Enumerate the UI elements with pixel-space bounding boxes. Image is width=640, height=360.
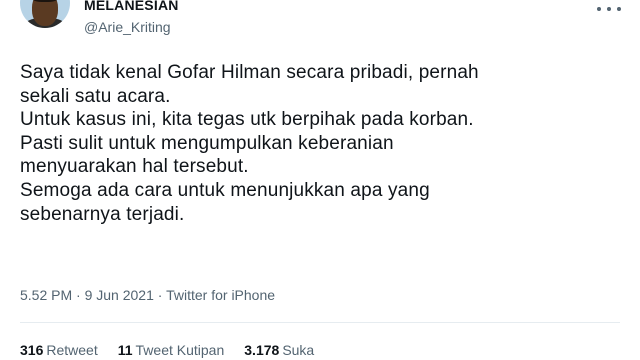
more-dot [617, 7, 621, 11]
quotes-stat[interactable]: 11 Tweet Kutipan [118, 342, 225, 358]
likes-stat[interactable]: 3.178 Suka [244, 342, 314, 358]
tweet-text-line: Pasti sulit untuk mengumpulkan keberania… [20, 132, 394, 154]
user-handle[interactable]: @Arie_Kriting [84, 19, 171, 35]
tweet-text-line: sekali satu acara. [20, 85, 171, 107]
meta-separator: · [157, 287, 167, 303]
meta-separator: · [76, 287, 85, 303]
more-dot [597, 7, 601, 11]
tweet-text-line: Semoga ada cara untuk menunjukkan apa ya… [20, 179, 430, 201]
more-dot [607, 7, 611, 11]
tweet-text-line: Saya tidak kenal Gofar Hilman secara pri… [20, 62, 479, 83]
tweet-source[interactable]: Twitter for iPhone [166, 287, 275, 303]
avatar[interactable] [20, 0, 70, 28]
tweet-text: Saya tidak kenal Gofar Hilman secara pri… [20, 61, 630, 226]
quotes-label: Tweet Kutipan [135, 342, 225, 358]
tweet-date[interactable]: 9 Jun 2021 [85, 287, 154, 303]
retweets-label: Retweet [46, 342, 98, 358]
quotes-count: 11 [117, 342, 133, 358]
more-horizontal-icon[interactable] [597, 2, 621, 16]
likes-count: 3.178 [244, 342, 280, 358]
display-name[interactable]: MELANESIAN [84, 0, 179, 13]
tweet-text-line: Untuk kasus ini, kita tegas utk berpihak… [20, 109, 474, 131]
retweets-count: 316 [20, 342, 44, 358]
tweet-text-line: sebenarnya terjadi. [20, 203, 185, 225]
tweet-meta: 5.52 PM · 9 Jun 2021 · Twitter for iPhon… [20, 287, 275, 303]
tweet-text-line: menyuarakan hal tersebut. [20, 156, 249, 178]
tweet-time[interactable]: 5.52 PM [20, 287, 72, 303]
likes-label: Suka [282, 342, 315, 358]
divider [20, 322, 620, 323]
retweets-stat[interactable]: 316 Retweet [20, 342, 98, 358]
avatar-face [32, 0, 58, 26]
tweet-card: MELANESIAN @Arie_Kriting Saya tidak kena… [0, 0, 640, 360]
tweet-stats: 316 Retweet 11 Tweet Kutipan 3.178 Suka [20, 342, 314, 358]
